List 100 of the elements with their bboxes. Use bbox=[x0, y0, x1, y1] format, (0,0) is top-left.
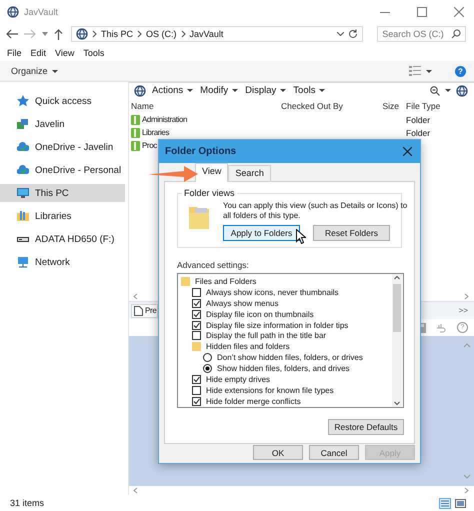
folder-icon bbox=[131, 114, 140, 124]
caret-icon[interactable] bbox=[426, 70, 432, 72]
column-header[interactable]: Size bbox=[363, 100, 403, 110]
chevron-icon bbox=[180, 30, 186, 38]
restore-defaults-button[interactable]: Restore Defaults bbox=[328, 419, 404, 435]
nav-item[interactable]: Network bbox=[0, 255, 125, 269]
breadcrumb[interactable]: JavVault bbox=[190, 29, 224, 39]
column-header[interactable]: Checked Out By bbox=[281, 100, 363, 110]
organize-button[interactable]: Organize bbox=[8, 64, 61, 78]
nav-item[interactable]: Libraries bbox=[0, 209, 125, 223]
column-header[interactable]: Name bbox=[129, 100, 281, 110]
menu-item[interactable]: View bbox=[55, 48, 74, 58]
folder-view-button[interactable]: Reset Folders bbox=[313, 225, 390, 241]
checkbox[interactable] bbox=[192, 320, 201, 330]
overflow-button[interactable]: >> bbox=[458, 306, 468, 315]
tab[interactable]: Search bbox=[228, 165, 271, 181]
dialog-button[interactable]: OK bbox=[253, 445, 303, 460]
vault-icon bbox=[17, 118, 29, 130]
option-label[interactable]: Display the full path in the title bar bbox=[206, 331, 326, 340]
nav-item[interactable]: This PC bbox=[0, 184, 125, 202]
nav-item[interactable]: Javelin bbox=[0, 117, 125, 131]
preview-tab[interactable]: Pre bbox=[131, 304, 158, 318]
option-label[interactable]: Always show icons, never thumbnails bbox=[206, 288, 339, 297]
checkbox[interactable] bbox=[192, 386, 201, 395]
breadcrumb[interactable]: OS (C:) bbox=[146, 29, 177, 39]
toolbar-menu[interactable]: Tools bbox=[292, 85, 326, 96]
folder-view-button[interactable]: Apply to Folders bbox=[223, 225, 300, 241]
checkbox[interactable] bbox=[192, 288, 201, 297]
view-layout-icon[interactable] bbox=[409, 66, 421, 76]
tab[interactable]: View bbox=[195, 163, 228, 182]
chevron-icon bbox=[137, 30, 142, 38]
checkbox[interactable] bbox=[192, 331, 201, 340]
nav-item[interactable]: OneDrive - Personal bbox=[0, 163, 125, 177]
caret-icon bbox=[52, 70, 58, 72]
column-header[interactable]: File Type bbox=[403, 100, 474, 110]
folder-icon bbox=[181, 276, 190, 286]
nav-item[interactable]: ADATA HD650 (F:) bbox=[0, 232, 125, 246]
menu-item[interactable]: Tools bbox=[83, 48, 104, 58]
checkbox[interactable] bbox=[192, 310, 201, 319]
caret-icon bbox=[280, 89, 286, 92]
library-icon bbox=[17, 210, 29, 222]
chevron-down-icon[interactable] bbox=[337, 32, 344, 36]
checkbox[interactable] bbox=[192, 374, 201, 384]
address-bar[interactable]: This PC OS (C:) JavVault bbox=[71, 26, 364, 42]
help-button[interactable]: ? bbox=[455, 66, 466, 76]
toolbar-menu[interactable]: Modify bbox=[199, 85, 240, 96]
dialog-button[interactable]: Cancel bbox=[309, 445, 359, 460]
radio-button[interactable] bbox=[203, 353, 212, 362]
search-field[interactable]: Search OS (C:) bbox=[377, 26, 466, 42]
star-icon bbox=[17, 95, 29, 107]
radio-button[interactable] bbox=[203, 364, 212, 374]
details-view-icon[interactable] bbox=[439, 498, 451, 508]
up-arrow-icon[interactable] bbox=[54, 28, 63, 40]
window-title: JavVault bbox=[24, 6, 58, 16]
nav-item[interactable]: OneDrive - Javelin bbox=[0, 140, 125, 154]
checkbox[interactable] bbox=[192, 396, 201, 406]
back-arrow-icon[interactable] bbox=[6, 29, 18, 39]
file-name[interactable]: Proc bbox=[142, 141, 157, 150]
category-label: Hidden files and folders bbox=[206, 342, 290, 352]
caret-icon[interactable] bbox=[445, 89, 451, 92]
folder-icon bbox=[131, 128, 140, 138]
network-icon bbox=[17, 256, 29, 268]
document-icon bbox=[134, 306, 143, 316]
group-title: Folder views bbox=[182, 188, 237, 198]
search-icon bbox=[451, 29, 461, 39]
item-count: 31 items bbox=[10, 498, 44, 508]
folder-icon bbox=[189, 205, 209, 229]
caret-icon bbox=[187, 89, 194, 92]
option-label[interactable]: Don’t show hidden files, folders, or drives bbox=[217, 353, 363, 362]
section-label: Advanced settings: bbox=[177, 260, 250, 270]
category-label: Files and Folders bbox=[195, 276, 256, 286]
maximize-icon[interactable] bbox=[417, 6, 427, 16]
file-name[interactable]: Libraries bbox=[142, 128, 170, 137]
toolbar-menu[interactable]: Display bbox=[244, 85, 288, 96]
file-name[interactable]: Administration bbox=[142, 115, 188, 124]
magnifier-icon[interactable] bbox=[430, 86, 440, 96]
nav-item[interactable]: Quick access bbox=[0, 94, 125, 108]
option-label[interactable]: Hide extensions for known file types bbox=[206, 386, 334, 395]
cloud-icon bbox=[17, 164, 29, 176]
option-label[interactable]: Hide empty drives bbox=[206, 374, 270, 384]
option-label[interactable]: Always show menus bbox=[206, 298, 278, 308]
thumbnail-view-icon[interactable] bbox=[455, 498, 466, 508]
refresh-icon[interactable] bbox=[348, 29, 358, 39]
globe-icon[interactable] bbox=[456, 84, 468, 96]
menu-item[interactable]: File bbox=[7, 48, 22, 58]
file-type: Folder bbox=[405, 128, 432, 138]
checkbox[interactable] bbox=[192, 298, 201, 308]
cloud-icon bbox=[17, 141, 29, 153]
cursor-icon bbox=[296, 229, 306, 244]
breadcrumb[interactable]: This PC bbox=[101, 29, 134, 39]
option-label[interactable]: Display file size information in folder tips bbox=[206, 320, 348, 330]
option-label[interactable]: Hide folder merge conflicts bbox=[206, 396, 301, 406]
option-label[interactable]: Show hidden files, folders, and drives bbox=[217, 364, 350, 374]
close-icon[interactable] bbox=[403, 147, 412, 156]
option-label[interactable]: Display file icon on thumbnails bbox=[206, 310, 314, 319]
close-icon[interactable] bbox=[454, 6, 464, 16]
globe-icon bbox=[76, 28, 88, 40]
menu-item[interactable]: Edit bbox=[30, 48, 46, 58]
toolbar-menu[interactable]: Actions bbox=[151, 85, 194, 96]
monitor-icon bbox=[17, 187, 29, 199]
